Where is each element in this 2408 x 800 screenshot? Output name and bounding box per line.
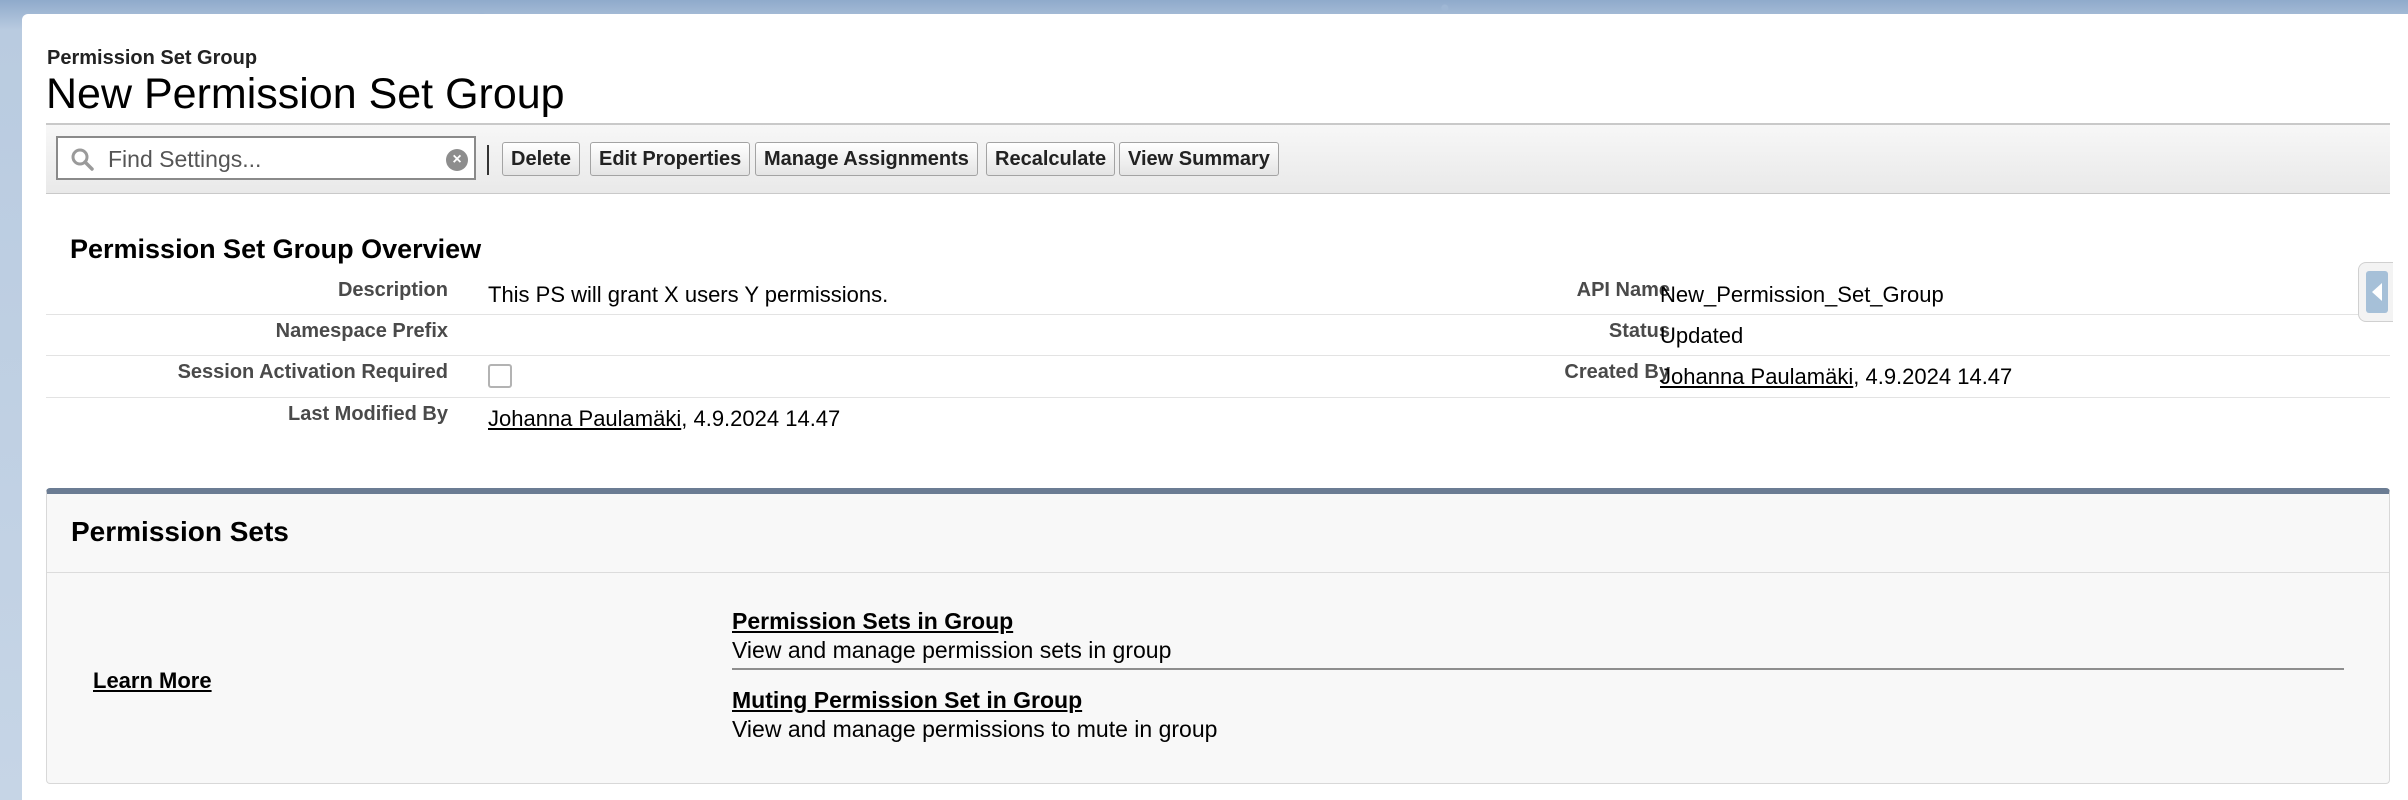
created-by-label: Created By (1564, 361, 1670, 383)
permission-sets-panel: Permission Sets Learn More Permission Se… (46, 488, 2390, 784)
status-value: Updated (1660, 323, 1744, 348)
toolbar-separator (487, 145, 489, 175)
recalculate-button[interactable]: Recalculate (986, 142, 1116, 176)
permission-sets-header: Permission Sets (47, 494, 2389, 573)
find-settings-box: × (56, 136, 476, 180)
last-modified-by-user-link[interactable]: Johanna Paulamäki (488, 406, 681, 431)
created-by-date: , 4.9.2024 14.47 (1853, 364, 2013, 389)
overview-title: Permission Set Group Overview (70, 234, 482, 264)
side-panel-toggle[interactable] (2358, 262, 2393, 322)
view-summary-button[interactable]: View Summary (1119, 142, 1279, 176)
permission-sets-in-group-description: View and manage permission sets in group (732, 637, 1172, 663)
page-title: New Permission Set Group (46, 70, 565, 118)
delete-button[interactable]: Delete (502, 142, 581, 176)
last-modified-by-label: Last Modified By (287, 403, 448, 425)
session-activation-label: Session Activation Required (177, 361, 448, 383)
detail-row: Last Modified By Johanna Paulamäki, 4.9.… (46, 397, 2390, 439)
namespace-prefix-label: Namespace Prefix (275, 320, 448, 342)
last-modified-by-value: Johanna Paulamäki, 4.9.2024 14.47 (488, 406, 840, 432)
detail-row: Namespace Prefix Status Updated (46, 314, 2390, 356)
permission-sets-title: Permission Sets (71, 516, 289, 547)
collapse-arrow-icon (2372, 283, 2382, 301)
page-eyebrow: Permission Set Group (47, 47, 258, 69)
permission-sets-in-group-link[interactable]: Permission Sets in Group (732, 608, 1013, 635)
search-icon (71, 148, 94, 171)
clear-search-icon[interactable]: × (446, 149, 468, 171)
created-by-user-link[interactable]: Johanna Paulamäki (1660, 364, 1853, 389)
link-divider (732, 668, 2344, 670)
last-modified-by-date: , 4.9.2024 14.47 (681, 406, 841, 431)
detail-row: Description This PS will grant X users Y… (46, 272, 2390, 315)
session-activation-checkbox (488, 364, 512, 388)
learn-more-link[interactable]: Learn More (93, 668, 212, 694)
manage-assignments-button[interactable]: Manage Assignments (755, 142, 978, 176)
description-label: Description (337, 279, 448, 301)
edit-properties-button[interactable]: Edit Properties (590, 142, 751, 176)
api-name-label: API Name (1576, 279, 1670, 301)
side-panel-toggle-body (2366, 271, 2388, 313)
created-by-value: Johanna Paulamäki, 4.9.2024 14.47 (1660, 364, 2012, 390)
api-name-value: New_Permission_Set_Group (1660, 282, 1944, 307)
status-label: Status (1608, 320, 1670, 342)
toolbar: × Delete Edit Properties Manage Assignme… (46, 123, 2390, 194)
detail-row: Session Activation Required Created By J… (46, 355, 2390, 398)
muting-permission-set-link[interactable]: Muting Permission Set in Group (732, 687, 1082, 714)
muting-permission-set-description: View and manage permissions to mute in g… (732, 716, 1218, 742)
find-settings-input[interactable] (106, 142, 420, 176)
description-value: This PS will grant X users Y permissions… (488, 282, 889, 307)
